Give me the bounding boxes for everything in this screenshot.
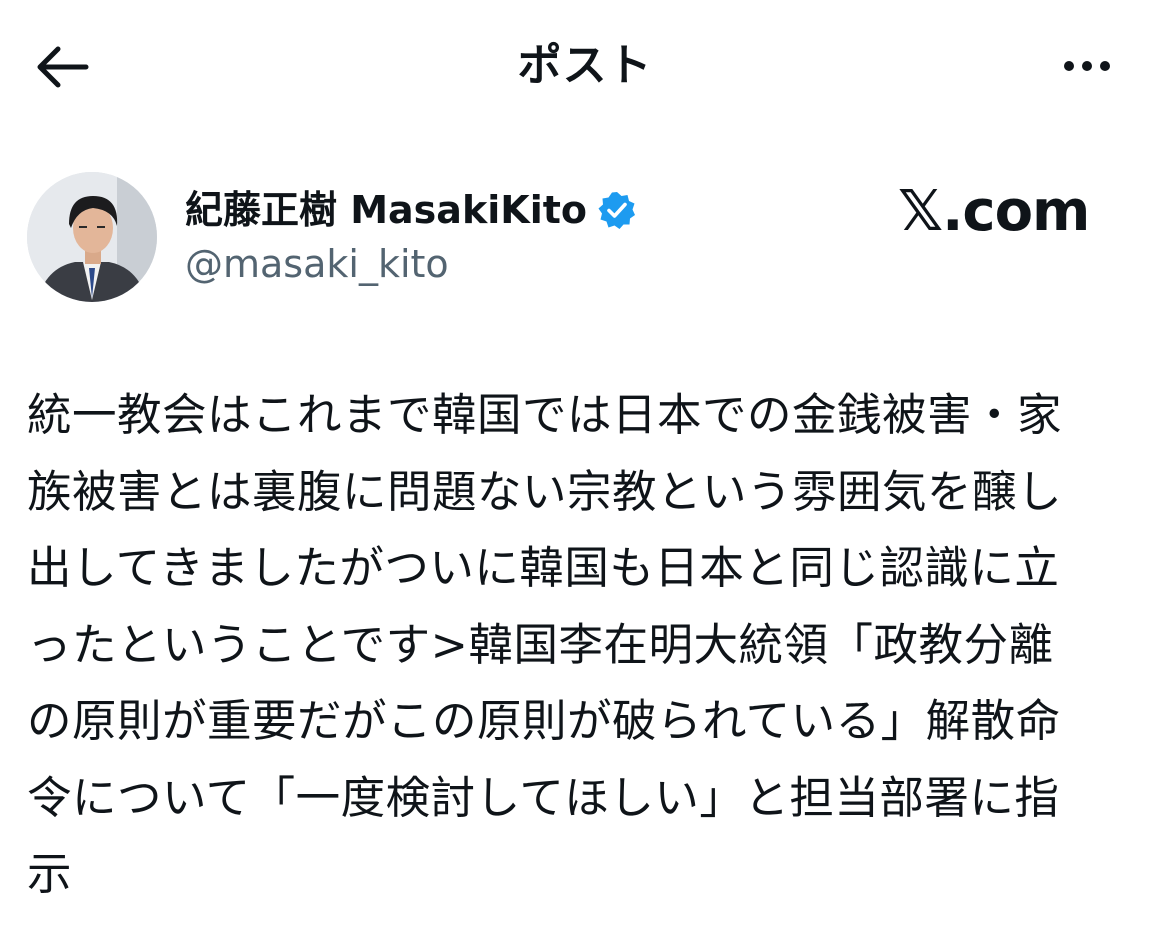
more-horizontal-icon <box>1064 61 1074 71</box>
more-horizontal-icon-dot <box>1082 61 1092 71</box>
more-horizontal-icon-dot <box>1100 61 1110 71</box>
avatar[interactable] <box>27 172 157 302</box>
post-body-text: 統一教会はこれまで韓国では日本での金銭被害・家 族被害とは裏腹に問題ない宗教とい… <box>27 390 1063 900</box>
author-display-name[interactable]: 紀藤正樹 MasakiKito <box>185 184 587 236</box>
author-handle[interactable]: @masaki_kito <box>185 238 449 290</box>
more-options-button[interactable] <box>1052 44 1122 88</box>
author-name-row[interactable]: 紀藤正樹 MasakiKito <box>185 182 637 238</box>
top-bar: ポスト <box>0 0 1170 135</box>
brand-watermark: 𝕏.com <box>898 179 1090 244</box>
page-title: ポスト <box>517 40 653 91</box>
verified-badge-icon <box>597 190 637 230</box>
avatar-photo <box>27 172 157 302</box>
